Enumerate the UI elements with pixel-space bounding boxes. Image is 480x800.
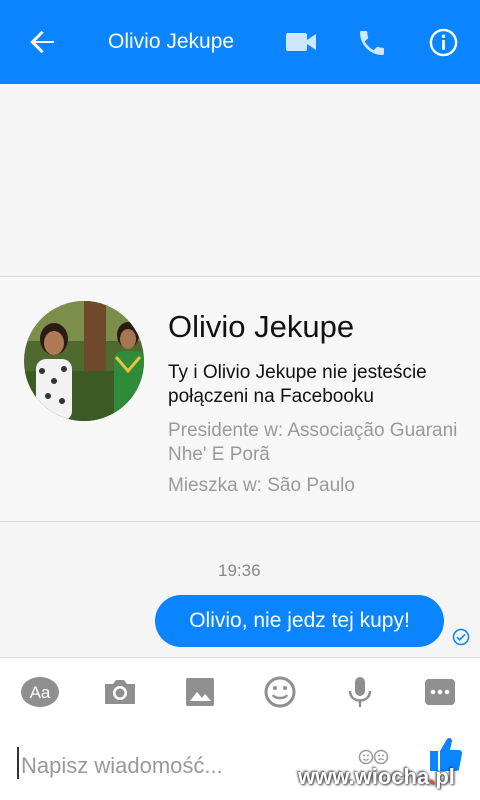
info-icon[interactable] xyxy=(428,27,459,58)
camera-icon[interactable] xyxy=(101,674,139,710)
message-timestamp: 19:36 xyxy=(218,561,261,580)
lives-text: Mieszka w: São Paulo xyxy=(168,475,355,496)
watermark: www.wiocha.pl xyxy=(298,764,455,790)
message-input[interactable]: Napisz wiadomość... xyxy=(21,753,223,779)
profile-card[interactable]: Olivio Jekupe Ty i Olivio Jekupe nie jes… xyxy=(0,276,480,522)
conversation-title[interactable]: Olivio Jekupe xyxy=(108,30,234,54)
connection-text: Ty i Olivio Jekupe nie jesteście połącze… xyxy=(168,362,427,407)
emoji-icon[interactable] xyxy=(261,674,299,710)
phone-icon[interactable] xyxy=(356,27,388,59)
message-bubble[interactable]: Olivio, nie jedz tej kupy! xyxy=(155,595,444,647)
microphone-icon[interactable] xyxy=(341,674,379,710)
image-icon[interactable] xyxy=(181,674,219,710)
profile-name: Olivio Jekupe xyxy=(168,309,355,344)
composer-toolbar: Aa xyxy=(0,657,480,727)
watermark-left: www.wiocha xyxy=(298,764,430,789)
top-bar: Olivio Jekupe xyxy=(0,0,480,84)
watermark-right: pl xyxy=(435,764,455,789)
text-format-aa-icon[interactable]: Aa xyxy=(20,674,59,710)
text-cursor xyxy=(17,747,19,779)
video-camera-icon[interactable] xyxy=(285,30,317,54)
more-icon[interactable] xyxy=(421,674,459,710)
seen-check-icon xyxy=(452,628,470,646)
avatar[interactable] xyxy=(24,301,144,421)
aa-label: Aa xyxy=(30,683,51,702)
work-text: Presidente w: Associação Guarani Nhe' E … xyxy=(168,420,458,465)
arrow-left-icon[interactable] xyxy=(26,26,58,58)
